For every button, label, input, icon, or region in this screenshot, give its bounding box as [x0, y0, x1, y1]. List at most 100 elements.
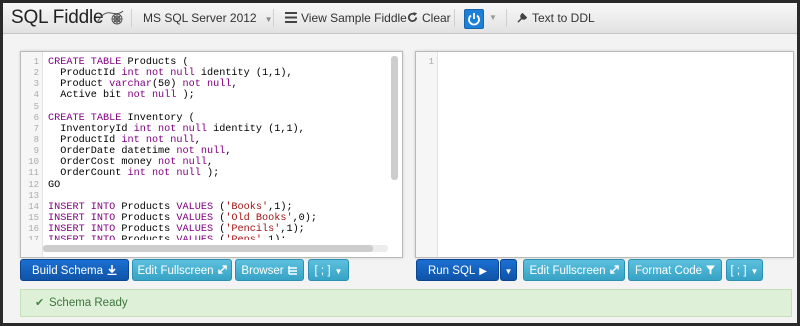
code-line: 16 INSERT INTO Products VALUES ('Pencils'…	[21, 224, 389, 235]
line-number: 3	[33, 79, 39, 90]
code-text: CREATE TABLE Inventory (	[48, 113, 195, 124]
code-line: 12 GO	[21, 180, 389, 191]
line-number: 4	[33, 90, 39, 101]
browser-label: Browser	[241, 265, 284, 277]
clear-button[interactable]: Clear	[407, 3, 451, 33]
query-line-gutter	[416, 52, 438, 257]
code-token: ,	[194, 134, 201, 146]
code-line: 14 INSERT INTO Products VALUES ('Books',1…	[21, 202, 389, 213]
build-schema-label: Build Schema	[32, 265, 103, 277]
code-line: 13	[21, 191, 389, 202]
code-token: Product	[48, 79, 110, 91]
sql-keyword: int not null	[121, 68, 195, 80]
code-text: OrderDate datetime not null,	[48, 146, 231, 157]
code-line: 10 OrderCost money not null,	[21, 157, 389, 168]
query-statement-separator-button[interactable]: [ ; ] ▼	[726, 259, 763, 281]
code-line: 4 Active bit not null );	[21, 90, 389, 101]
toolbar-divider	[454, 9, 455, 27]
build-schema-button[interactable]: Build Schema	[20, 259, 129, 281]
view-sample-fiddle-button[interactable]: View Sample Fiddle	[285, 3, 407, 33]
query-edit-fullscreen-label: Edit Fullscreen	[529, 265, 606, 277]
line-number: 15	[28, 212, 39, 223]
code-token: ProductId	[48, 68, 122, 80]
code-token: (50)	[151, 79, 183, 91]
code-text: ProductId int not null identity (1,1),	[48, 68, 293, 80]
code-token: identity (1,1),	[194, 68, 293, 80]
code-token: Active bit	[48, 90, 128, 102]
code-line: 3 Product varchar(50) not null,	[21, 79, 389, 90]
sql-keyword: int not null	[133, 123, 207, 135]
sql-keyword: varchar	[109, 79, 152, 91]
line-number: 17	[21, 235, 39, 240]
view-sample-fiddle-label: View Sample Fiddle	[301, 11, 407, 25]
sql-keyword: not null	[127, 90, 177, 102]
play-icon: ▶	[479, 266, 487, 277]
code-text: ProductId int not null,	[48, 135, 201, 146]
text-to-ddl-label: Text to DDL	[532, 11, 595, 25]
code-text: INSERT INTO Products VALUES ('Pencils',1…	[48, 224, 305, 235]
sql-keyword: INSERT INTO	[48, 201, 116, 213]
code-text: INSERT INTO Products VALUES ('Old Books'…	[48, 213, 317, 224]
list-icon	[285, 12, 297, 23]
schema-edit-fullscreen-button[interactable]: Edit Fullscreen	[132, 259, 232, 281]
code-token: OrderCount	[48, 168, 128, 180]
vertical-scrollbar[interactable]	[391, 56, 398, 180]
code-token: Products	[115, 235, 176, 240]
sql-keyword: INSERT INTO	[48, 224, 116, 236]
run-sql-button[interactable]: Run SQL ▶	[416, 259, 499, 281]
code-line: 2 ProductId int not null identity (1,1),	[21, 68, 389, 79]
code-text: INSERT INTO Products VALUES ('Books',1);	[48, 202, 293, 213]
code-line: 15 INSERT INTO Products VALUES ('Old Book…	[21, 213, 389, 224]
code-token: InventoryId	[48, 123, 134, 135]
fiddle-logo-icon	[96, 10, 124, 25]
code-text: OrderCost money not null,	[48, 157, 213, 168]
browser-button[interactable]: Browser	[235, 259, 304, 281]
line-number: 8	[33, 134, 39, 145]
horizontal-scrollbar-track[interactable]	[43, 245, 388, 252]
line-number: 6	[33, 112, 39, 123]
code-token: ,1);	[262, 235, 286, 240]
chevron-down-icon[interactable]: ▼	[489, 3, 497, 33]
code-token: ProductId	[48, 134, 122, 146]
sql-keyword: INSERT INTO	[48, 212, 116, 224]
code-text: INSERT INTO Products VALUES ('Pens',1);	[48, 235, 286, 240]
code-token: identity (1,1),	[206, 123, 305, 135]
code-token: ,0);	[292, 212, 318, 224]
power-toggle-button[interactable]	[464, 9, 484, 29]
query-line-numbers: 1	[416, 57, 434, 67]
schema-separator-label: [ ; ]	[314, 265, 331, 277]
sql-keyword: INSERT INTO	[48, 235, 115, 240]
code-token: OrderCost money	[48, 157, 159, 169]
toolbar-divider	[131, 9, 132, 27]
code-token: );	[176, 90, 195, 102]
horizontal-scrollbar[interactable]	[43, 245, 373, 252]
code-token: (	[213, 224, 226, 236]
line-number: 11	[28, 168, 39, 179]
schema-code-editor[interactable]: 1 CREATE TABLE Products (2 ProductId int …	[21, 57, 389, 240]
sql-string: 'Pencils'	[225, 224, 281, 236]
top-toolbar: SQL Fiddle MS SQL Server 2012 ▼ View Samp…	[3, 3, 797, 34]
schema-statement-separator-button[interactable]: [ ; ] ▼	[308, 259, 349, 281]
query-edit-fullscreen-button[interactable]: Edit Fullscreen	[523, 259, 625, 281]
code-text: OrderCount int not null );	[48, 168, 219, 179]
code-token: ,1);	[280, 224, 305, 236]
text-to-ddl-button[interactable]: Text to DDL	[517, 3, 595, 33]
schema-status-alert: ✔ Schema Ready	[20, 289, 792, 317]
brand-title[interactable]: SQL Fiddle	[11, 3, 104, 33]
code-text: CREATE TABLE Products (	[48, 57, 189, 68]
database-select[interactable]: MS SQL Server 2012 ▼	[143, 3, 273, 33]
sql-keyword: int not null	[121, 134, 195, 146]
database-select-label: MS SQL Server 2012	[143, 11, 257, 25]
expand-icon	[609, 265, 619, 274]
sql-keyword: not null	[182, 79, 232, 91]
download-icon	[107, 265, 117, 276]
query-editor-panel[interactable]: 1	[415, 51, 794, 258]
format-code-label: Format Code	[634, 265, 703, 277]
code-text: Product varchar(50) not null,	[48, 79, 237, 91]
format-code-button[interactable]: Format Code	[628, 259, 722, 281]
run-sql-dropdown-button[interactable]: ▼	[500, 259, 517, 281]
schema-edit-fullscreen-label: Edit Fullscreen	[137, 265, 214, 277]
sql-keyword: VALUES	[176, 235, 213, 240]
line-number: 13	[28, 190, 39, 201]
line-number: 10	[28, 157, 39, 168]
